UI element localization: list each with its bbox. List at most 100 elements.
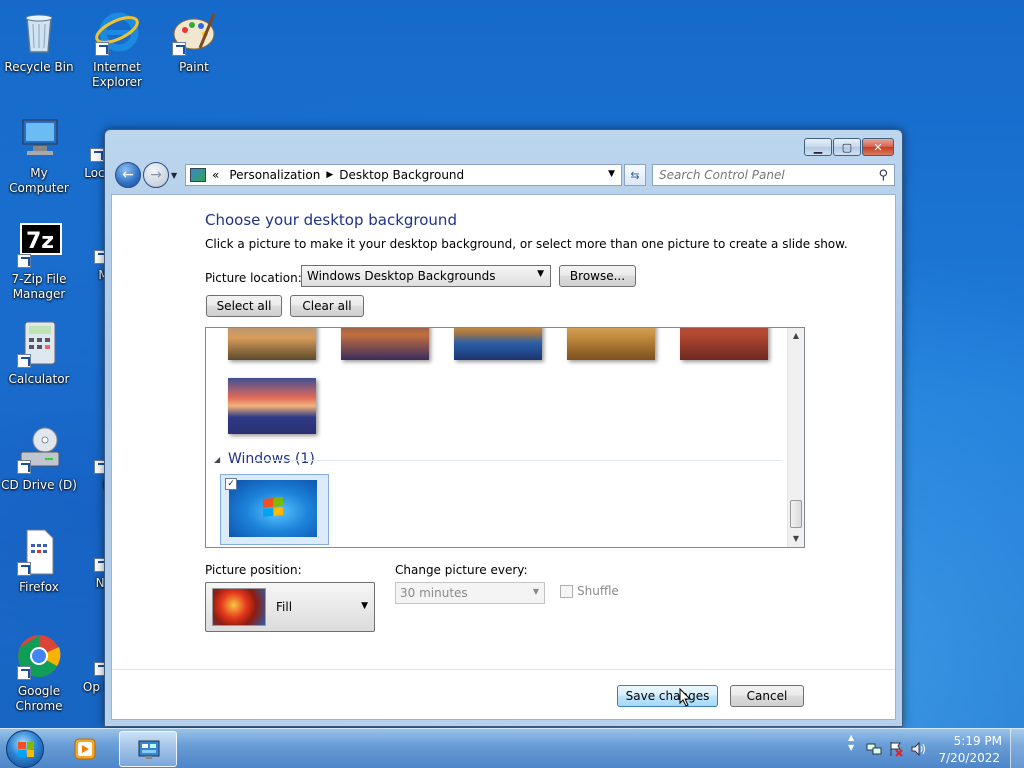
navigation-bar: ← → ▼ « Personalization ▶ Desktop Backgr…: [115, 162, 895, 188]
change-picture-label: Change picture every:: [395, 563, 528, 577]
wallpaper-thumbnail[interactable]: [454, 328, 542, 360]
clock-time[interactable]: 5:19 PM: [954, 734, 1002, 748]
windows-logo-icon: [18, 742, 34, 757]
shortcut-arrow-icon: [90, 148, 104, 162]
mouse-cursor-icon: [679, 688, 692, 707]
show-hidden-icons-button[interactable]: ▲ ▼: [848, 733, 854, 753]
paint-palette-icon: [170, 8, 218, 56]
svg-text:7z: 7z: [26, 229, 54, 254]
shortcut-arrow-icon: [17, 254, 31, 268]
selected-wallpaper-tile[interactable]: ✓: [220, 474, 329, 545]
position-preview-image: [212, 588, 266, 626]
browse-button[interactable]: Browse...: [559, 265, 636, 287]
group-divider: [253, 460, 782, 461]
calculator-icon: [15, 320, 63, 368]
wallpaper-thumbnail[interactable]: [567, 328, 655, 360]
taskbar-control-panel[interactable]: [119, 731, 177, 767]
page-description: Click a picture to make it your desktop …: [205, 237, 848, 251]
save-changes-button[interactable]: Save changes: [617, 685, 718, 707]
footer-divider: [112, 669, 895, 670]
control-panel-icon: [138, 740, 160, 759]
clear-all-button[interactable]: Clear all: [290, 295, 364, 317]
recycle-bin-desktop-icon[interactable]: Recycle Bin: [0, 8, 79, 75]
scroll-up-icon[interactable]: ▲: [788, 328, 804, 344]
media-player-icon: [74, 738, 96, 760]
taskbar-media-player[interactable]: [56, 731, 114, 767]
scroll-down-icon[interactable]: ▼: [788, 531, 804, 547]
select-all-button[interactable]: Select all: [206, 295, 282, 317]
shortcut-arrow-icon: [17, 666, 31, 680]
icon-label: Recycle Bin: [4, 60, 74, 74]
search-input[interactable]: Search Control Panel ⚲: [652, 164, 895, 186]
picture-location-label: Picture location:: [205, 271, 302, 285]
local-desktop-icon[interactable]: Loca: [52, 130, 112, 181]
content-pane: Choose your desktop background Click a p…: [111, 194, 896, 720]
show-desktop-button[interactable]: [1010, 729, 1024, 768]
mi-desktop-icon[interactable]: Mi: [52, 220, 112, 283]
system-tray: ▲ ▼ 5:19 PM 7/20/2022: [844, 729, 1024, 768]
icon-label: Paint: [179, 60, 209, 74]
group-header-windows[interactable]: Windows (1): [228, 451, 315, 467]
volume-icon[interactable]: [910, 741, 926, 757]
picture-location-select[interactable]: Windows Desktop Backgrounds ▼: [301, 265, 551, 287]
wallpaper-thumbnail[interactable]: [228, 378, 316, 434]
control-panel-icon: [190, 168, 206, 182]
icon-label: Op B: [82, 680, 112, 694]
picture-list[interactable]: ◢ Windows (1) ✓ ▲ ▼: [205, 327, 805, 548]
icon-label: Mi: [52, 268, 112, 283]
clock-date[interactable]: 7/20/2022: [938, 751, 1000, 765]
internet-explorer-icon: [93, 8, 141, 56]
windows-wallpaper-thumbnail: [229, 480, 317, 537]
taskbar: ▲ ▼ 5:19 PM 7/20/2022: [0, 728, 1024, 768]
recent-pages-dropdown-icon[interactable]: ▼: [171, 171, 177, 180]
breadcrumb-separator-icon[interactable]: ▶: [326, 170, 333, 180]
scroll-thumb[interactable]: [790, 500, 802, 528]
wallpaper-thumbnail[interactable]: [680, 328, 768, 360]
minimize-button[interactable]: ▁: [804, 138, 832, 156]
internet-explorer-desktop-icon[interactable]: Internet Explorer: [77, 8, 157, 90]
forward-button[interactable]: →: [143, 162, 169, 188]
icon-label: Calculator: [8, 372, 70, 386]
shortcut-arrow-icon: [17, 460, 31, 474]
icon-label: N: [52, 478, 112, 493]
wallpaper-checkbox[interactable]: ✓: [225, 478, 237, 490]
icon-label: Loca: [84, 166, 112, 180]
change-interval-select: 30 minutes ▼: [395, 582, 545, 604]
wallpaper-thumbnail[interactable]: [228, 328, 316, 360]
cancel-button[interactable]: Cancel: [730, 685, 804, 707]
vertical-scrollbar[interactable]: ▲ ▼: [787, 328, 804, 547]
calculator-desktop-icon[interactable]: Calculator: [0, 320, 79, 387]
collapse-group-icon[interactable]: ◢: [214, 455, 220, 464]
maximize-button[interactable]: ▢: [833, 138, 861, 156]
address-bar[interactable]: « Personalization ▶ Desktop Background ▼: [185, 164, 622, 186]
shortcut-arrow-icon: [95, 42, 109, 56]
forward-arrow-icon: →: [150, 167, 162, 183]
op-desktop-icon[interactable]: Op B: [52, 632, 112, 695]
recycle-bin-icon: [15, 8, 63, 56]
shortcut-arrow-icon: [17, 354, 31, 368]
refresh-button[interactable]: ⇆: [624, 164, 646, 186]
chevron-down-icon: ▼: [537, 269, 544, 279]
search-placeholder: Search Control Panel: [659, 168, 785, 182]
shortcut-arrow-icon: [172, 42, 186, 56]
no-desktop-icon[interactable]: No: [52, 528, 112, 591]
network-icon[interactable]: [866, 741, 882, 757]
breadcrumb-desktop-background[interactable]: Desktop Background: [339, 168, 464, 182]
wallpaper-thumbnail[interactable]: [341, 328, 429, 360]
start-button[interactable]: [6, 730, 44, 768]
search-icon[interactable]: ⚲: [878, 168, 888, 183]
address-dropdown-icon[interactable]: ▼: [608, 169, 615, 179]
shuffle-checkbox: [560, 585, 573, 598]
paint-desktop-icon[interactable]: Paint: [154, 8, 234, 75]
n-desktop-icon[interactable]: N: [52, 448, 112, 493]
back-button[interactable]: ←: [115, 162, 141, 188]
breadcrumb-personalization[interactable]: Personalization: [229, 168, 320, 182]
icon-label: No: [52, 576, 112, 591]
refresh-icon: ⇆: [630, 168, 640, 182]
shortcut-arrow-icon: [17, 562, 31, 576]
chevron-down-icon: ▼: [361, 601, 368, 611]
close-button[interactable]: ✕: [862, 138, 894, 156]
action-center-icon[interactable]: [888, 741, 904, 757]
picture-position-select[interactable]: Fill ▼: [205, 582, 375, 632]
breadcrumb-overflow[interactable]: «: [212, 168, 219, 182]
